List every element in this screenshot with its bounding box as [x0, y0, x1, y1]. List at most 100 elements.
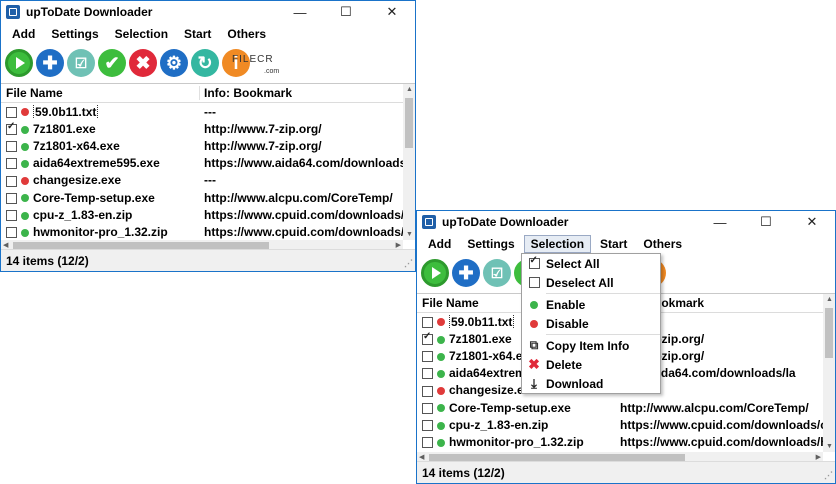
table-row[interactable]: Core-Temp-setup.exe http://www.alcpu.com/… [417, 399, 823, 416]
status-dot-icon [437, 421, 445, 430]
checked-box-icon [528, 255, 540, 269]
enable-icon[interactable]: ✔ [98, 49, 126, 77]
menu-add[interactable]: Add [5, 25, 42, 43]
start-icon[interactable] [421, 259, 449, 287]
scroll-up-arrow[interactable]: ▲ [826, 296, 833, 303]
menu-selection[interactable]: Selection [523, 235, 592, 253]
vertical-scrollbar[interactable]: ▲ ▼ [823, 294, 835, 452]
status-dot-icon [437, 387, 445, 396]
file-name-cell: cpu-z_1.83-en.zip [1, 208, 199, 222]
row-checkbox[interactable] [6, 141, 17, 153]
menu-item-delete[interactable]: ✖ Delete [522, 355, 660, 374]
menu-bar: Add Settings Selection Start Others [1, 23, 415, 45]
add-icon[interactable]: ✚ [36, 49, 64, 77]
menu-item-deselect-all[interactable]: Deselect All [522, 273, 660, 292]
menu-start[interactable]: Start [177, 25, 218, 43]
menu-item-enable[interactable]: Enable [522, 295, 660, 314]
menu-others[interactable]: Others [636, 235, 689, 253]
settings-icon[interactable]: ⚙ [160, 49, 188, 77]
column-header-file-name[interactable]: File Name [1, 86, 199, 100]
table-row[interactable]: changesize.exe --- [1, 172, 403, 189]
vertical-scroll-thumb[interactable] [825, 308, 833, 358]
column-header-info[interactable]: Info: Bookmark [199, 86, 403, 100]
toolbar: ✚ ☑ ✔ ✖ ⚙ ↻ i FILECR .com [1, 45, 415, 81]
window-title: upToDate Downloader [442, 215, 569, 229]
table-row[interactable]: Core-Temp-setup.exe http://www.alcpu.com/… [1, 189, 403, 206]
row-checkbox[interactable] [6, 122, 17, 136]
status-dot-icon [437, 318, 445, 327]
resize-grip-icon[interactable]: ⋰ [404, 258, 413, 269]
row-checkbox[interactable] [6, 106, 17, 118]
delete-x-icon: ✖ [528, 356, 540, 372]
status-dot-icon [437, 335, 445, 344]
vertical-scroll-thumb[interactable] [405, 98, 413, 148]
status-dot-icon [437, 404, 445, 413]
menu-selection[interactable]: Selection [108, 25, 175, 43]
file-name-cell: cpu-z_1.83-en.zip [417, 418, 615, 432]
close-button[interactable]: ✕ [789, 211, 835, 233]
refresh-icon[interactable]: ↻ [191, 49, 219, 77]
row-checkbox[interactable] [422, 316, 433, 328]
menu-item-disable[interactable]: Disable [522, 314, 660, 333]
info-cell: http://www.alcpu.com/CoreTemp/ [204, 190, 393, 205]
title-bar: upToDate Downloader — ☐ ✕ [417, 211, 835, 233]
scroll-right-arrow[interactable]: ▶ [816, 453, 821, 461]
table-row[interactable]: cpu-z_1.83-en.zip https://www.cpuid.com/d… [1, 206, 403, 223]
scroll-down-arrow[interactable]: ▼ [826, 443, 833, 450]
status-dot-icon [21, 177, 29, 186]
start-icon[interactable] [5, 49, 33, 77]
horizontal-scroll-thumb[interactable] [429, 454, 685, 461]
row-checkbox[interactable] [422, 420, 433, 432]
table-row[interactable]: cpu-z_1.83-en.zip https://www.cpuid.com/d… [417, 416, 823, 433]
add-icon[interactable]: ✚ [452, 259, 480, 287]
scroll-left-arrow[interactable]: ◀ [3, 241, 8, 249]
file-name-cell: aida64extreme595.exe [1, 156, 199, 170]
select-all-icon[interactable]: ☑ [483, 259, 511, 287]
row-checkbox[interactable] [422, 332, 433, 346]
close-button[interactable]: ✕ [369, 1, 415, 23]
menu-item-select-all[interactable]: Select All [522, 254, 660, 273]
table-row[interactable]: 59.0b11.txt --- [1, 103, 403, 120]
table-row[interactable]: 7z1801-x64.exe http://www.7-zip.org/ [1, 137, 403, 154]
horizontal-scroll-thumb[interactable] [13, 242, 269, 249]
maximize-button[interactable]: ☐ [743, 211, 789, 233]
menu-settings[interactable]: Settings [44, 25, 105, 43]
menu-add[interactable]: Add [421, 235, 458, 253]
menu-item-copy-info[interactable]: ⧉ Copy Item Info [522, 336, 660, 355]
scroll-down-arrow[interactable]: ▼ [406, 231, 413, 238]
menu-start[interactable]: Start [593, 235, 634, 253]
info-cell: https://www.cpuid.com/downloads/cpu [620, 417, 823, 432]
resize-grip-icon[interactable]: ⋰ [824, 470, 833, 481]
table-row[interactable]: hwmonitor-pro_1.32.zip https://www.cpuid.… [417, 433, 823, 450]
info-cell: --- [204, 104, 216, 119]
row-checkbox[interactable] [422, 385, 433, 397]
table-row[interactable]: 7z1801.exe http://www.7-zip.org/ [1, 120, 403, 137]
scroll-left-arrow[interactable]: ◀ [419, 453, 424, 461]
file-name-text: 59.0b11.txt [449, 314, 515, 329]
table-row[interactable]: hwmonitor-pro_1.32.zip https://www.cpuid.… [1, 223, 403, 240]
delete-icon[interactable]: ✖ [129, 49, 157, 77]
select-all-icon[interactable]: ☑ [67, 49, 95, 77]
menu-others[interactable]: Others [220, 25, 273, 43]
row-checkbox[interactable] [6, 192, 17, 204]
table-row[interactable]: aida64extreme595.exe https://www.aida64.c… [1, 155, 403, 172]
row-checkbox[interactable] [422, 402, 433, 414]
row-checkbox[interactable] [422, 368, 433, 380]
status-dot-icon [437, 438, 445, 447]
row-checkbox[interactable] [6, 227, 17, 239]
row-checkbox[interactable] [6, 210, 17, 222]
info-cell: https://www.cpuid.com/downloads/hw [620, 434, 823, 449]
minimize-button[interactable]: — [277, 1, 323, 23]
maximize-button[interactable]: ☐ [323, 1, 369, 23]
scroll-up-arrow[interactable]: ▲ [406, 86, 413, 93]
vertical-scrollbar[interactable]: ▲ ▼ [403, 84, 415, 240]
menu-item-download[interactable]: ⤓ Download [522, 374, 660, 393]
menu-settings[interactable]: Settings [460, 235, 521, 253]
row-checkbox[interactable] [422, 351, 433, 363]
file-name-cell: Core-Temp-setup.exe [417, 401, 615, 415]
scroll-right-arrow[interactable]: ▶ [396, 241, 401, 249]
row-checkbox[interactable] [6, 175, 17, 187]
row-checkbox[interactable] [422, 437, 433, 449]
minimize-button[interactable]: — [697, 211, 743, 233]
row-checkbox[interactable] [6, 158, 17, 170]
